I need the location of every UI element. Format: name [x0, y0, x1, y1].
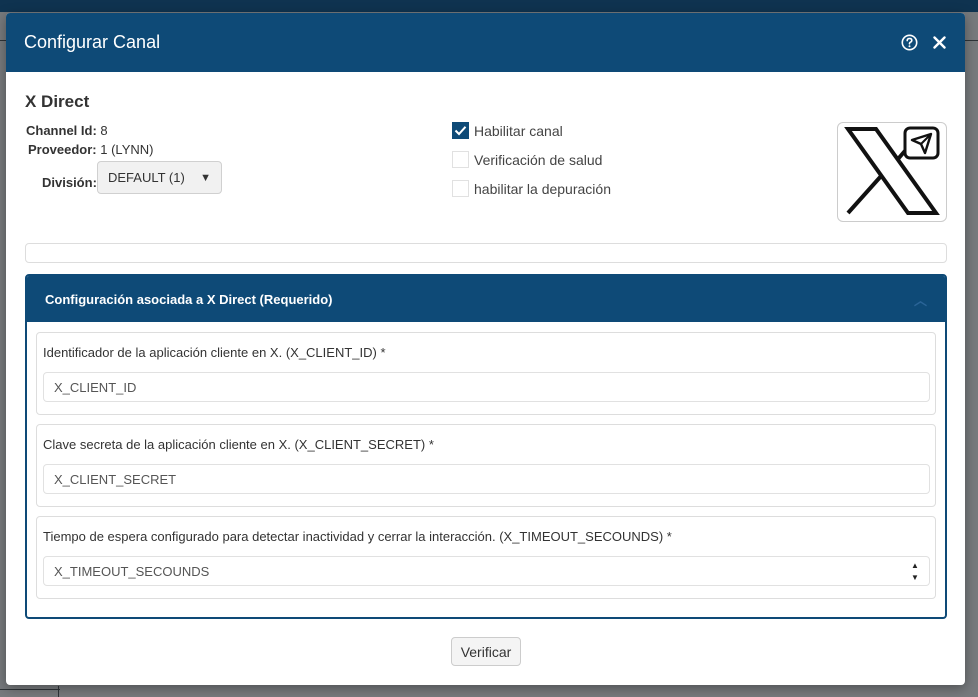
client-secret-label: Clave secreta de la aplicación cliente e… — [43, 437, 434, 452]
debug-option[interactable]: habilitar la depuración — [452, 180, 611, 197]
channel-logo — [837, 122, 947, 222]
configure-channel-dialog: Configurar Canal X Direct Channel Id: 8 … — [6, 13, 965, 685]
help-icon[interactable] — [900, 34, 918, 52]
dialog-title: Configurar Canal — [24, 32, 161, 52]
provider-row: Proveedor: 1 (LYNN) — [28, 142, 153, 157]
division-select-value: DEFAULT (1) — [108, 170, 185, 185]
enable-channel-checkbox[interactable] — [452, 122, 469, 139]
background-divider — [58, 686, 59, 697]
dialog-header: Configurar Canal — [6, 13, 965, 72]
health-check-label: Verificación de salud — [474, 151, 603, 168]
increment-icon[interactable]: ▲ — [911, 561, 919, 571]
close-icon[interactable] — [931, 35, 947, 51]
channel-id-value: 8 — [100, 123, 108, 138]
channel-id-label: Channel Id: — [26, 123, 97, 138]
enable-channel-label: Habilitar canal — [474, 122, 563, 139]
config-panel-header[interactable]: Configuración asociada a X Direct (Reque… — [27, 276, 945, 322]
debug-checkbox[interactable] — [452, 180, 469, 197]
collapsed-panel — [25, 243, 947, 263]
chevron-up-icon[interactable]: ︿ — [914, 290, 927, 309]
division-row: División: — [42, 175, 97, 190]
timeout-field-card: Tiempo de espera configurado para detect… — [36, 516, 936, 599]
provider-label: Proveedor: — [28, 142, 97, 157]
client-secret-field-card: Clave secreta de la aplicación cliente e… — [36, 424, 936, 507]
client-id-label: Identificador de la aplicación cliente e… — [43, 345, 386, 360]
caret-down-icon: ▼ — [200, 171, 211, 184]
division-label: División: — [42, 175, 97, 190]
division-select[interactable]: DEFAULT (1) ▼ — [97, 161, 222, 194]
client-secret-input[interactable] — [43, 464, 930, 494]
client-id-field-card: Identificador de la aplicación cliente e… — [36, 332, 936, 415]
config-panel: Configuración asociada a X Direct (Reque… — [25, 274, 947, 619]
channel-name: X Direct — [25, 92, 90, 111]
check-icon — [454, 126, 467, 136]
background-topbar — [0, 0, 978, 12]
timeout-input[interactable] — [43, 556, 930, 586]
verify-button[interactable]: Verificar — [451, 637, 521, 666]
client-id-input[interactable] — [43, 372, 930, 402]
timeout-label: Tiempo de espera configurado para detect… — [43, 529, 672, 544]
health-check-option[interactable]: Verificación de salud — [452, 151, 602, 168]
x-logo-send-icon — [844, 126, 940, 215]
provider-value: 1 (LYNN) — [100, 142, 154, 157]
enable-channel-option[interactable]: Habilitar canal — [452, 122, 563, 139]
debug-label: habilitar la depuración — [474, 180, 611, 197]
background-divider — [0, 689, 60, 690]
health-check-checkbox[interactable] — [452, 151, 469, 168]
decrement-icon[interactable]: ▼ — [911, 573, 919, 583]
channel-id-row: Channel Id: 8 — [26, 123, 108, 138]
config-panel-title: Configuración asociada a X Direct (Reque… — [45, 291, 333, 307]
timeout-stepper[interactable]: ▲ ▼ — [906, 561, 924, 583]
